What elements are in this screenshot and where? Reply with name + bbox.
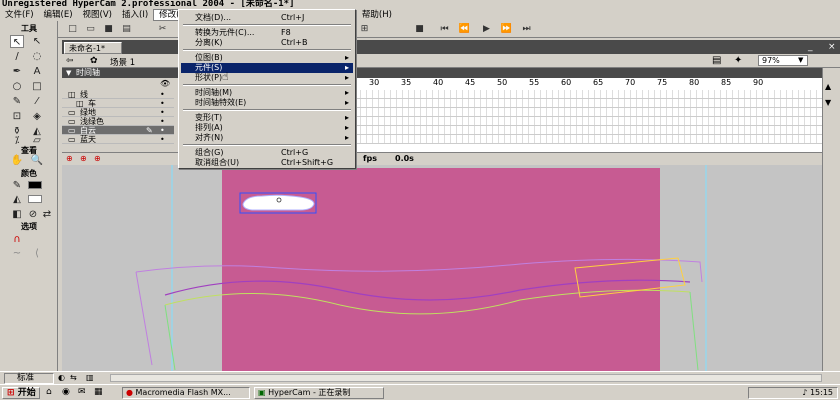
menu-item-label: 形状(P)	[195, 73, 223, 82]
submenu-arrow-icon: ▸	[344, 73, 349, 82]
windows-logo-icon: ⊞	[7, 388, 15, 398]
submenu-arrow-icon: ▸	[344, 98, 349, 107]
menu-item-label: 组合(G)	[195, 148, 224, 157]
menu-item-label: 排列(A)	[195, 123, 223, 132]
menu-item[interactable]: 转换为元件(C)... F8	[181, 28, 353, 38]
flash-app-icon: ●	[126, 388, 133, 397]
task-hypercam-label: HyperCam - 正在录制	[268, 388, 351, 397]
properties-bar: 标准 ◐ ⇆ ▥	[0, 371, 840, 384]
menu-item[interactable]: 元件(S) ▸	[181, 63, 353, 73]
menu-item-label: 取消组合(U)	[195, 158, 240, 167]
hypercam-app-icon: ▣	[258, 388, 266, 397]
menu-item[interactable]: 分离(K) Ctrl+B	[181, 38, 353, 48]
submenu-arrow-icon: ▸	[344, 53, 349, 62]
panel-icon-2[interactable]: ⇆	[70, 373, 77, 382]
menu-item[interactable]: 取消组合(U) Ctrl+Shift+G	[181, 158, 353, 168]
system-tray: ♪ 15:15	[748, 387, 838, 399]
menu-item-label: 元件(S)	[195, 63, 223, 72]
start-button[interactable]: ⊞ 开始	[2, 387, 40, 399]
menu-item-label: 对齐(N)	[195, 133, 224, 142]
outline-curve	[135, 271, 153, 366]
speaker-icon[interactable]: ♪	[802, 388, 807, 397]
properties-tab[interactable]: 标准	[4, 373, 54, 384]
menu-item-shortcut: Ctrl+Shift+G	[281, 158, 334, 167]
quicklaunch-icon[interactable]: ◉	[62, 387, 70, 397]
menu-item[interactable]: 文档(D)... Ctrl+J	[181, 13, 353, 23]
menu-item[interactable]: 时间轴(M) ▸	[181, 88, 353, 98]
menu-item[interactable]: 组合(G) Ctrl+G	[181, 148, 353, 158]
task-flash-label: Macromedia Flash MX...	[135, 388, 231, 397]
menu-item-label: 变形(T)	[195, 113, 223, 122]
submenu-arrow-icon: ▸	[344, 133, 349, 142]
grass-edge	[689, 291, 699, 371]
menu-item[interactable]: 对齐(N) ▸	[181, 133, 353, 143]
menu-item-shortcut: Ctrl+B	[281, 38, 308, 47]
clock: 15:15	[809, 388, 833, 397]
taskbar: ⊞ 开始 ⌂ ◉ ✉ ▦ ● Macromedia Flash MX... ▣ …	[0, 384, 840, 400]
submenu-arrow-icon: ▸	[344, 88, 349, 97]
cursor-icon: ☝	[222, 70, 229, 83]
quicklaunch-icon[interactable]: ▦	[94, 387, 103, 397]
menu-item[interactable]: 位图(B) ▸	[181, 53, 353, 63]
menu-separator	[183, 109, 351, 111]
submenu-arrow-icon: ▸	[344, 123, 349, 132]
menu-item-shortcut: Ctrl+G	[281, 148, 309, 157]
panel-icon-3[interactable]: ▥	[86, 373, 94, 382]
menu-item[interactable]: 形状(P) ▸	[181, 73, 353, 83]
menu-item-shortcut: Ctrl+J	[281, 13, 305, 22]
modify-dropdown-menu: 文档(D)... Ctrl+J 转换为元件(C)... F8 分离(K) Ctrl+B 位图…	[178, 9, 356, 169]
outline-curve	[135, 258, 703, 283]
horizontal-scrollbar[interactable]	[110, 374, 822, 382]
menu-item[interactable]: 时间轴特效(E) ▸	[181, 98, 353, 108]
submenu-arrow-icon: ▸	[344, 63, 349, 72]
menu-separator	[183, 24, 351, 26]
start-label: 开始	[17, 388, 36, 398]
menu-item-label: 分离(K)	[195, 38, 223, 47]
menu-separator	[183, 144, 351, 146]
road-curve	[164, 279, 691, 301]
quicklaunch-icon[interactable]: ✉	[78, 387, 86, 397]
menu-item[interactable]: 排列(A) ▸	[181, 123, 353, 133]
grass-edge	[164, 304, 176, 371]
submenu-arrow-icon: ▸	[344, 113, 349, 122]
menu-item-label: 位图(B)	[195, 53, 223, 62]
menu-item-label: 转换为元件(C)...	[195, 28, 255, 37]
cloud-shape[interactable]	[242, 194, 315, 211]
menu-item-shortcut: F8	[281, 28, 291, 37]
quicklaunch-icon[interactable]: ⌂	[46, 387, 52, 397]
menu-item-label: 时间轴特效(E)	[195, 98, 247, 107]
stage-artwork	[135, 165, 707, 371]
panel-icon[interactable]: ◐	[58, 373, 65, 382]
menu-separator	[183, 84, 351, 86]
task-hypercam[interactable]: ▣ HyperCam - 正在录制	[254, 387, 384, 399]
task-flash[interactable]: ● Macromedia Flash MX...	[122, 387, 250, 399]
menu-item-label: 文档(D)...	[195, 13, 232, 22]
menu-separator	[183, 49, 351, 51]
menu-item-label: 时间轴(M)	[195, 88, 233, 97]
menu-item[interactable]: 变形(T) ▸	[181, 113, 353, 123]
